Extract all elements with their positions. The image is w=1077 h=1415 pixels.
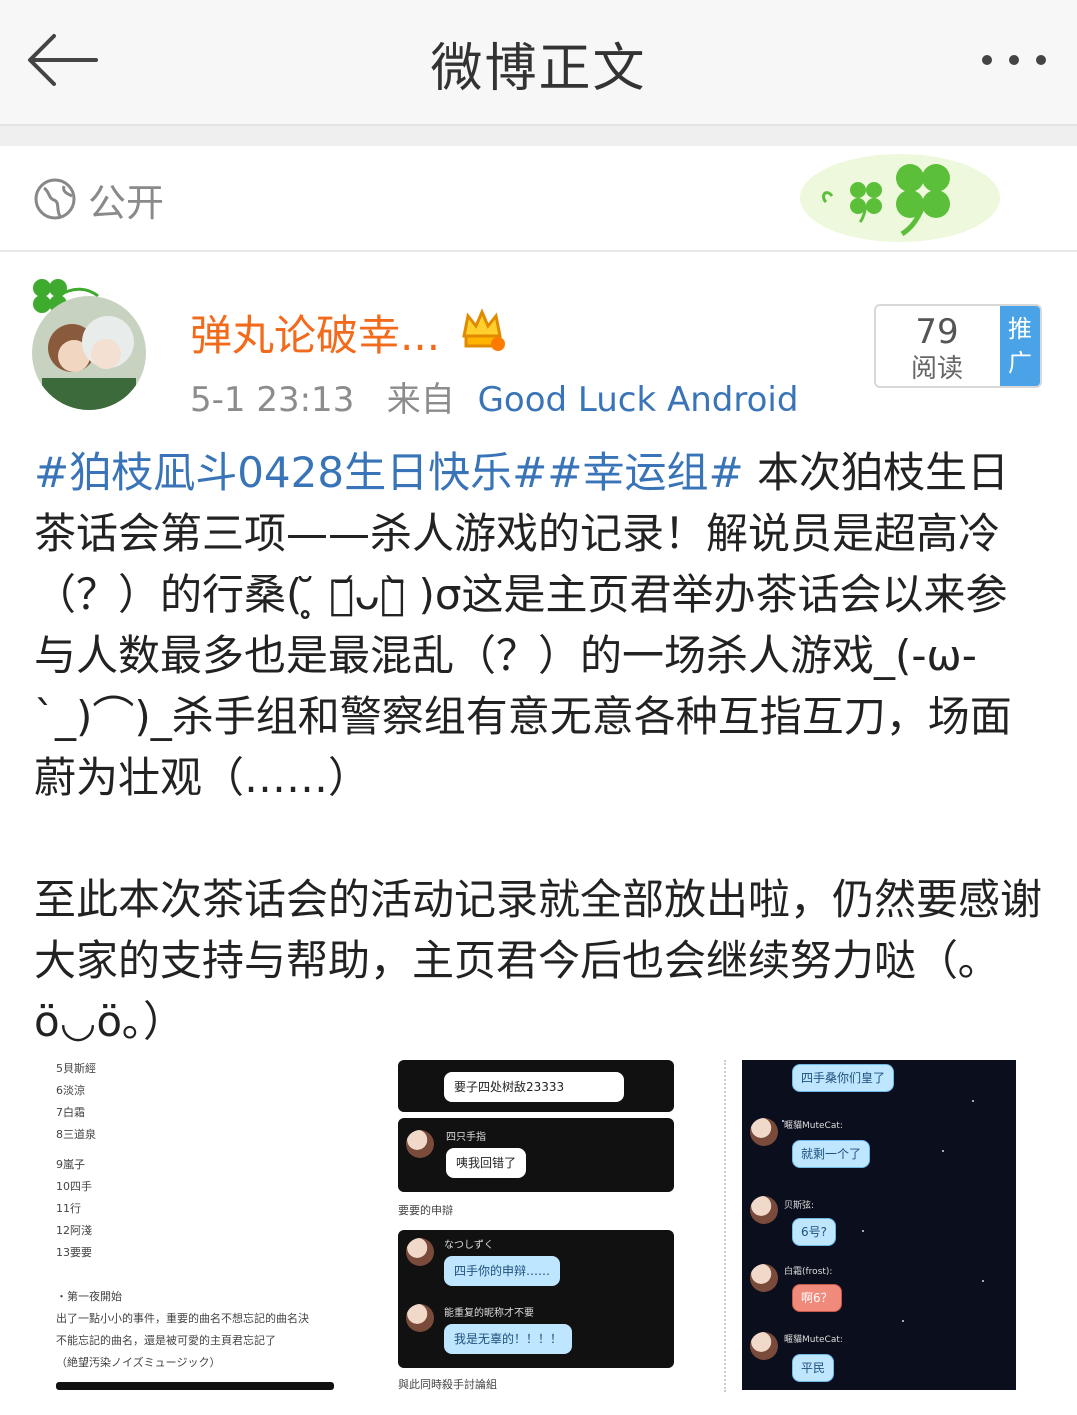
clover-decoration-icon (800, 154, 1000, 242)
list-item: 12阿淺 (56, 1224, 92, 1237)
post-time: 5-1 23:13 (190, 380, 355, 420)
post-paragraph-1: #狛枝凪斗0428生日快乐##幸运组# 本次狛枝生日茶话会第三项——杀人游戏的记… (34, 442, 1044, 808)
image-caption: 要要的申辯 (398, 1204, 453, 1217)
image-gallery: 5貝斯經 6淡涼 7白霜 8三道泉 9嵐子 10四手 11行 12阿淺 13要要… (34, 1060, 1034, 1392)
promote-button[interactable]: 推广 (1000, 306, 1040, 386)
visibility-label: 公开 (88, 181, 165, 225)
chat-bubble: 要子四处树敌23333 (444, 1072, 624, 1102)
page-title: 微博正文 (430, 39, 647, 99)
avatar (406, 1304, 434, 1332)
visibility-row: 公开 (0, 146, 1077, 252)
chat-sender: 暱貓MuteCat: (784, 1335, 843, 1345)
list-item: 6淡涼 (56, 1084, 85, 1097)
avatar (406, 1130, 434, 1158)
read-label: 阅读 (910, 354, 963, 384)
chat-card: 要子四处树敌23333 (398, 1060, 674, 1112)
avatar (750, 1332, 778, 1360)
post-source[interactable]: Good Luck Android (478, 380, 799, 420)
more-options-icon[interactable] (979, 40, 1049, 80)
avatar (750, 1264, 778, 1292)
image-thumbnail-1[interactable]: 5貝斯經 6淡涼 7白霜 8三道泉 9嵐子 10四手 11行 12阿淺 13要要… (34, 1060, 359, 1392)
list-item: 7白霜 (56, 1106, 85, 1119)
list-item: 9嵐子 (56, 1158, 85, 1171)
list-item: 13要要 (56, 1246, 92, 1259)
post-paragraph-2: 至此本次茶话会的活动记录就全部放出啦，仍然要感谢大家的支持与帮助，主页君今后也会… (34, 875, 1043, 1046)
separator (0, 126, 1077, 146)
avatar-image (32, 296, 146, 410)
avatar (750, 1118, 778, 1146)
chat-bubble: 平民 (792, 1354, 835, 1382)
divider (56, 1382, 334, 1390)
list-item: 10四手 (56, 1180, 92, 1193)
avatar (406, 1238, 434, 1266)
list-item: 出了一點小小的事件，重要的曲名不想忘記的曲名決 (56, 1312, 309, 1325)
post-text-1: 本次狛枝生日茶话会第三项——杀人游戏的记录！解说员是超高冷（？）的行桑( ̥̆ … (34, 448, 1012, 802)
avatar (750, 1196, 778, 1224)
author-name[interactable]: 弹丸论破幸... (190, 302, 440, 363)
image-thumbnail-3[interactable]: 四手桑你们皇了 暱貓MuteCat: 就剩一个了 贝斯弦: 6号? 白霜(fro… (724, 1060, 1032, 1392)
chat-card: 四只手指 咦我回错了 (398, 1118, 674, 1192)
list-item: 8三道泉 (56, 1128, 96, 1141)
chat-bubble: 我是无辜的！！！！ (444, 1324, 573, 1354)
read-count: 79 (915, 312, 959, 352)
list-item: 11行 (56, 1202, 81, 1215)
chat-bubble: 就剩一个了 (792, 1140, 871, 1168)
post-meta: 5-1 23:13 来自 Good Luck Android (190, 372, 798, 421)
chat-sender: 白霜(frost): (784, 1267, 833, 1277)
chat-sender: なつしずく (444, 1240, 494, 1251)
list-item: （絶望汚染ノイズミュージック） (56, 1356, 221, 1369)
avatar[interactable] (32, 296, 146, 410)
chat-bubble: 6号? (792, 1218, 837, 1246)
chat-bubble: 咦我回错了 (446, 1148, 527, 1178)
read-count-box[interactable]: 79 阅读 推广 (874, 304, 1042, 388)
crown-badge-icon[interactable] (458, 306, 506, 352)
list-item: 5貝斯經 (56, 1062, 96, 1075)
globe-icon (34, 178, 76, 220)
chat-sender: 能重复的昵称才不要 (444, 1308, 534, 1319)
chat-card: なつしずく 四手你的申辩…… 能重复的昵称才不要 我是无辜的！！！！ (398, 1230, 674, 1368)
chat-sender: 四只手指 (446, 1132, 486, 1143)
list-item: 不能忘記的曲名，還是被可愛的主頁君忘記了 (56, 1334, 276, 1347)
post-hashtags[interactable]: #狛枝凪斗0428生日快乐##幸运组# (34, 448, 744, 497)
chat-screenshot: 四手桑你们皇了 暱貓MuteCat: 就剩一个了 贝斯弦: 6号? 白霜(fro… (742, 1060, 1016, 1390)
top-bar: 微博正文 (0, 0, 1077, 126)
image-thumbnail-2[interactable]: 要子四处树敌23333 四只手指 咦我回错了 要要的申辯 なつしずく 四手你的申… (396, 1060, 676, 1392)
chat-bubble: 啊6？ (792, 1284, 842, 1312)
chat-bubble: 四手你的申辩…… (444, 1256, 561, 1286)
chat-bubble: 四手桑你们皇了 (792, 1064, 895, 1092)
chat-sender: 贝斯弦: (784, 1201, 815, 1211)
post-body: #狛枝凪斗0428生日快乐##幸运组# 本次狛枝生日茶话会第三项——杀人游戏的记… (34, 442, 1044, 1052)
chat-sender: 暱貓MuteCat: (784, 1121, 843, 1131)
image-caption: 與此同時殺手討論組 (398, 1378, 497, 1391)
source-prefix: 来自 (386, 380, 455, 420)
list-item: ・第一夜開始 (56, 1290, 122, 1303)
